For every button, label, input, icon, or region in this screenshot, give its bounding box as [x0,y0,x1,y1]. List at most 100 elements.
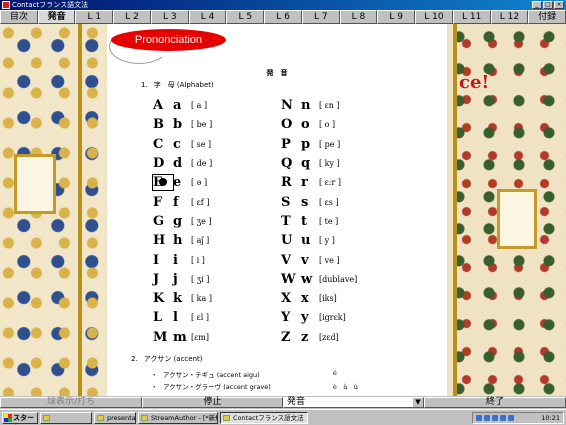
letter-row-u[interactable]: Uu [ y ] [281,231,357,250]
letter-row-j[interactable]: Jj [ ʒi ] [153,270,212,289]
start-button[interactable]: スタート [2,412,38,425]
mouse-cursor [159,178,167,186]
lowercase-letter: g [173,213,183,229]
letter-row-t[interactable]: Tt [ te ] [281,212,357,231]
pronunciation: [ ʒe ] [191,216,212,226]
minimize-button[interactable]: _ [532,1,542,9]
letter-row-k[interactable]: Kk [ ka ] [153,289,212,308]
letter-row-b[interactable]: Bb [ be ] [153,115,212,134]
letter-row-n[interactable]: Nn [ ɛn ] [281,96,357,115]
uppercase-letter: Q [281,156,293,172]
chevron-down-icon[interactable]: ▼ [413,398,423,407]
taskbar-item-label: StreamAuthor - [*新規... [151,414,217,422]
tab-lesson-1[interactable]: L 1 [75,10,114,24]
tab-appendix[interactable]: 付録 [528,10,566,24]
letter-row-m[interactable]: Mm [ɛm] [153,328,212,347]
chapter-select-value: 発音 [287,397,306,407]
section-number: 1. [141,81,148,89]
pronunciation: [ aʃ ] [191,236,210,246]
tab-contents[interactable]: 目次 [0,10,38,24]
chapter-tabbar: 目次 発音 L 1L 2L 3L 4L 5L 6L 7L 8L 9L 10 L 11 L… [0,10,566,24]
letter-row-l[interactable]: Ll [ ɛl ] [153,308,212,327]
letter-row-z[interactable]: Zz [zɛd] [281,328,357,347]
pronunciation: [ ka ] [191,294,212,304]
stop-button[interactable]: 停止 [142,397,283,408]
pronunciation: [dublave] [319,274,358,284]
accent-row: ・ アクサン・テギュ (accent aigu) é [151,369,337,379]
tab-lesson-9[interactable]: L 9 [377,10,416,24]
lowercase-letter: e [173,175,182,191]
taskbar-item-active[interactable]: Contactフランス語文法 [220,412,308,424]
lowercase-letter: p [301,136,311,152]
display-toggle-button[interactable]: 球表示/打ち [0,397,142,408]
letter-row-g[interactable]: Gg [ ʒe ] [153,212,212,231]
letter-row-y[interactable]: Yy [igrɛk] [281,308,357,327]
tray-icon[interactable] [484,415,490,421]
letter-row-q[interactable]: Qq [ ky ] [281,154,357,173]
uppercase-letter: J [153,271,160,287]
pronunciation: [iks] [319,294,337,304]
letter-row-s[interactable]: Ss [ ɛs ] [281,192,357,211]
letter-row-p[interactable]: Pp [ pe ] [281,135,357,154]
window-controls: _ □ × [532,1,564,9]
letter-row-f[interactable]: Ff [ ɛf ] [153,192,212,211]
tab-pronunciation[interactable]: 発音 [37,10,76,24]
app-icon [2,1,10,9]
accent-examples[interactable]: é [333,369,337,379]
section-badge: Prononciation [111,29,226,51]
taskbar-item[interactable]: StreamAuthor - [*新規... [138,412,218,424]
document-page: Prononciation 発 音 1. 字 母 (Alphabet) Aa [ a… [107,24,447,396]
tab-lesson-2[interactable]: L 2 [113,10,151,24]
accent-examples[interactable]: è à ù [333,381,358,391]
tab-lesson-8[interactable]: L 8 [339,10,378,24]
clock: 10:21 [541,414,560,422]
uppercase-letter: Y [281,310,291,326]
letter-row-v[interactable]: Vv [ ve ] [281,250,357,269]
uppercase-letter: P [281,136,291,152]
tab-lesson-4[interactable]: L 4 [188,10,227,24]
letter-row-x[interactable]: Xx [iks] [281,289,357,308]
letter-row-w[interactable]: Ww [dublave] [281,270,357,289]
lowercase-letter: t [301,213,308,229]
lowercase-letter: j [173,271,178,287]
tab-lesson-10[interactable]: L 10 [415,10,453,24]
pronunciation: [ ɛf ] [191,197,210,207]
tab-lesson-7[interactable]: L 7 [301,10,340,24]
tray-icon[interactable] [476,415,482,421]
windows-logo-icon [4,414,12,422]
chapter-select[interactable]: 発音 ▼ [283,397,424,408]
tab-lesson-5[interactable]: L 5 [226,10,265,24]
exit-button[interactable]: 終了 [424,397,566,408]
quick-launch[interactable] [40,412,92,424]
uppercase-letter: M [153,329,168,345]
maximize-button[interactable]: □ [543,1,553,9]
letter-row-h[interactable]: Hh [ aʃ ] [153,231,212,250]
app-icon [141,415,148,421]
taskbar-item[interactable]: presentations [94,412,136,424]
window-titlebar: Contactフランス語文法 _ □ × [0,0,566,10]
section-2-heading: 2. アクサン (accent) [131,354,203,364]
tab-lesson-6[interactable]: L 6 [264,10,302,24]
letter-row-i[interactable]: Ii [ i ] [153,250,212,269]
letter-row-c[interactable]: Cc [ se ] [153,135,212,154]
tab-lesson-12[interactable]: L 12 [490,10,529,24]
tray-icons [476,415,514,421]
accent-label[interactable]: アクサン・グラーヴ (accent grave) [163,381,333,391]
letter-row-d[interactable]: Dd [ de ] [153,154,212,173]
tab-lesson-11[interactable]: L 11 [452,10,491,24]
letter-row-o[interactable]: Oo [ o ] [281,115,357,134]
tab-lesson-3[interactable]: L 3 [150,10,189,24]
uppercase-letter: X [281,291,292,307]
tray-icon[interactable] [500,415,506,421]
pronunciation: [ te ] [319,216,339,226]
tray-icon[interactable] [508,415,514,421]
letter-row-r[interactable]: Rr [ ɛ:r ] [281,173,357,192]
letter-row-a[interactable]: Aa [ a ] [153,96,212,115]
system-tray: 10:21 [472,412,564,424]
border-gold-rule [453,24,457,396]
close-button[interactable]: × [554,1,564,9]
border-medallion [14,154,56,214]
tray-icon[interactable] [492,415,498,421]
accent-label[interactable]: アクサン・テギュ (accent aigu) [163,369,333,379]
taskbar-item-label: Contactフランス語文法 [233,414,304,422]
